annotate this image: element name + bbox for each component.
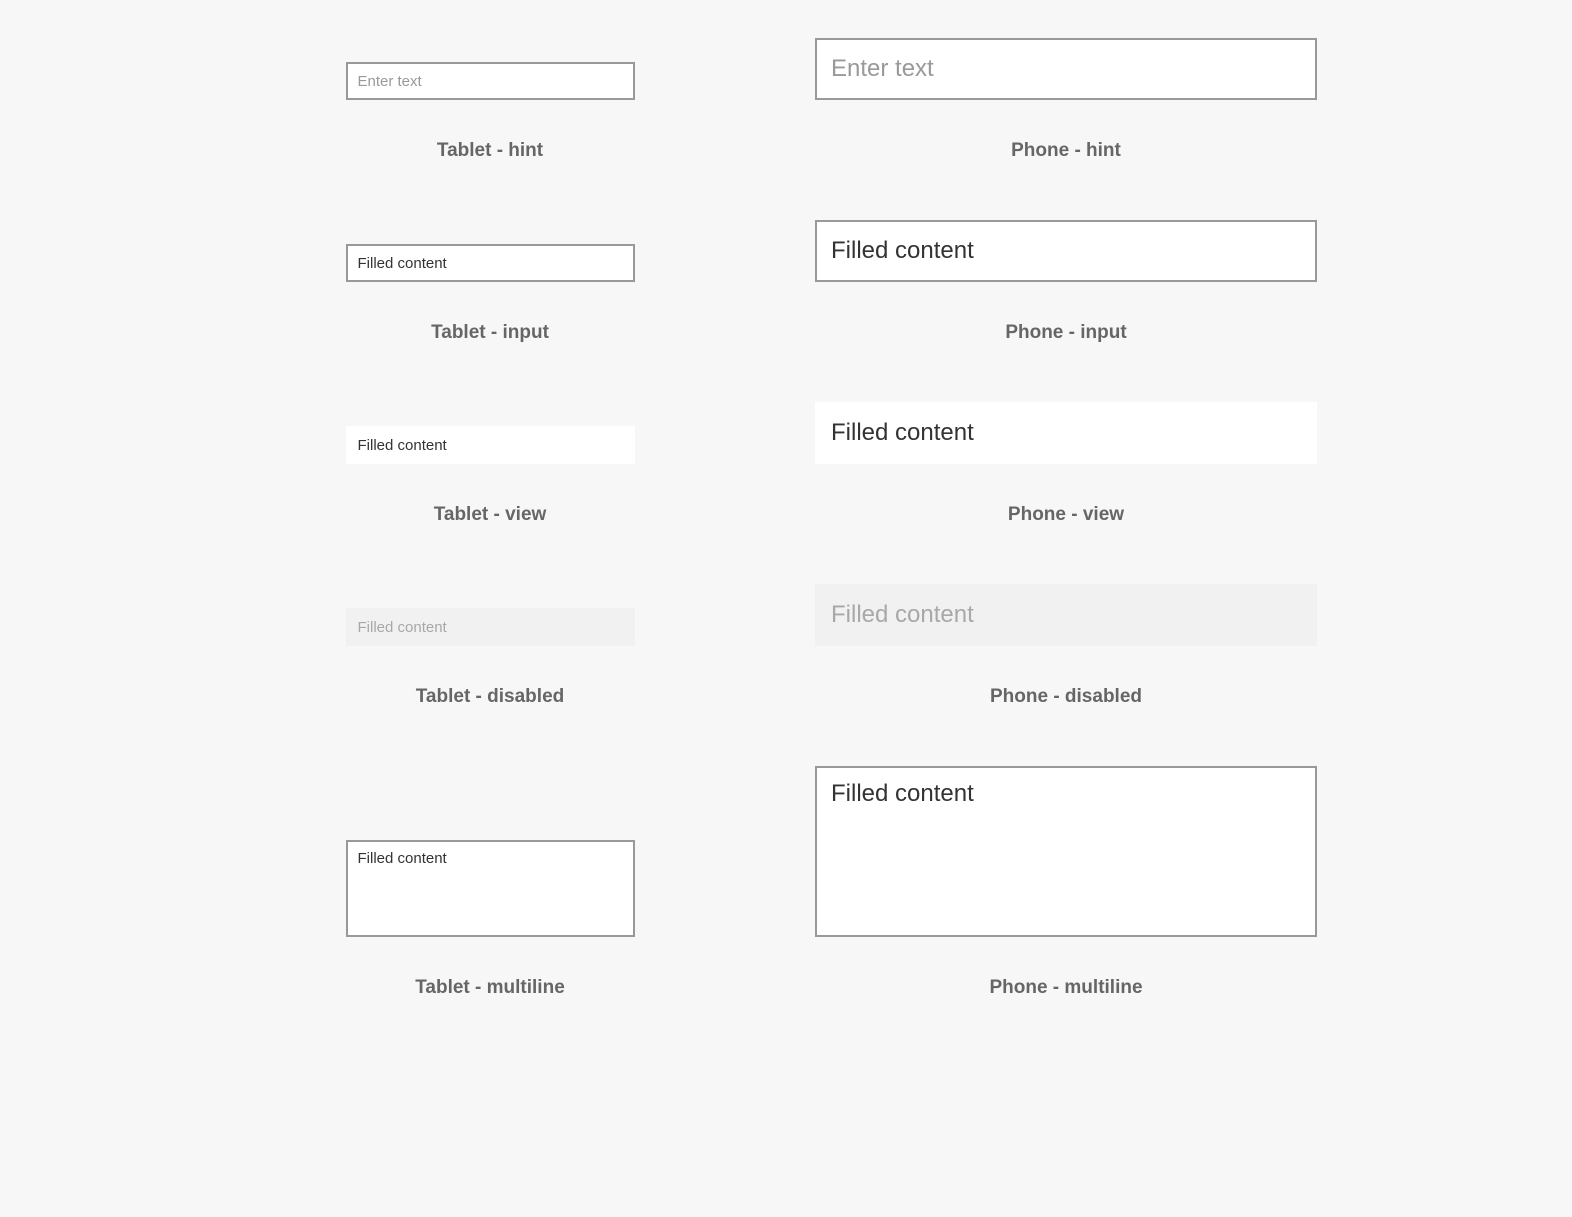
input-value: Filled content <box>358 255 447 272</box>
caption-phone-view: Phone - view <box>1008 504 1124 526</box>
phone-hint-slot: Enter text Phone - hint <box>815 38 1317 162</box>
phone-multiline-slot: Filled content Phone - multiline <box>815 766 1317 999</box>
phone-multiline-field[interactable]: Filled content <box>815 766 1317 937</box>
caption-tablet-multiline: Tablet - multiline <box>415 977 565 999</box>
caption-tablet-disabled: Tablet - disabled <box>416 686 565 708</box>
phone-disabled-field: Filled content <box>815 584 1317 646</box>
disabled-value: Filled content <box>831 601 974 629</box>
tablet-disabled-field: Filled content <box>346 608 635 646</box>
tablet-hint-slot: Enter text Tablet - hint <box>255 38 725 162</box>
caption-tablet-input: Tablet - input <box>431 322 549 344</box>
caption-tablet-hint: Tablet - hint <box>437 140 543 162</box>
placeholder-text: Enter text <box>358 73 422 90</box>
phone-hint-input[interactable]: Enter text <box>815 38 1317 100</box>
multiline-value: Filled content <box>358 850 447 867</box>
tablet-hint-input[interactable]: Enter text <box>346 62 635 100</box>
tablet-disabled-slot: Filled content Tablet - disabled <box>255 584 725 708</box>
caption-phone-hint: Phone - hint <box>1011 140 1121 162</box>
view-value: Filled content <box>358 437 447 454</box>
phone-view-slot: Filled content Phone - view <box>815 402 1317 526</box>
tablet-multiline-slot: Filled content Tablet - multiline <box>255 766 725 999</box>
tablet-input-slot: Filled content Tablet - input <box>255 220 725 344</box>
tablet-view-slot: Filled content Tablet - view <box>255 402 725 526</box>
tablet-multiline-field[interactable]: Filled content <box>346 840 635 937</box>
caption-phone-disabled: Phone - disabled <box>990 686 1142 708</box>
disabled-value: Filled content <box>358 619 447 636</box>
tablet-input-field[interactable]: Filled content <box>346 244 635 282</box>
caption-phone-input: Phone - input <box>1005 322 1126 344</box>
component-spec-grid: Enter text Tablet - hint Enter text Phon… <box>0 38 1572 999</box>
multiline-value: Filled content <box>831 780 974 808</box>
caption-tablet-view: Tablet - view <box>434 504 547 526</box>
tablet-view-field: Filled content <box>346 426 635 464</box>
phone-view-field: Filled content <box>815 402 1317 464</box>
phone-input-field[interactable]: Filled content <box>815 220 1317 282</box>
input-value: Filled content <box>831 237 974 265</box>
phone-disabled-slot: Filled content Phone - disabled <box>815 584 1317 708</box>
view-value: Filled content <box>831 419 974 447</box>
phone-input-slot: Filled content Phone - input <box>815 220 1317 344</box>
caption-phone-multiline: Phone - multiline <box>989 977 1142 999</box>
placeholder-text: Enter text <box>831 55 934 83</box>
